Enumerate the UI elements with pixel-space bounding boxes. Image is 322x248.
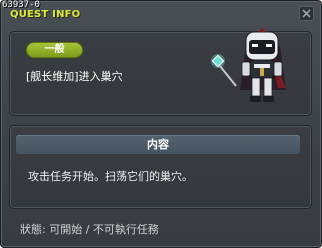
npc-portrait-icon [211, 28, 286, 102]
quest-name: [舰长维加]进入巢穴 [26, 70, 123, 83]
content-section-header: 内容 [16, 135, 300, 154]
quest-status: 狀態: 可開始 / 不可執行任務 [20, 223, 159, 236]
close-icon[interactable] [299, 6, 314, 21]
window-title: QUEST INFO [10, 9, 81, 20]
quest-category-badge: 一般 [26, 42, 83, 58]
quest-description: 攻击任务开始。扫荡它们的巢穴。 [28, 170, 193, 183]
